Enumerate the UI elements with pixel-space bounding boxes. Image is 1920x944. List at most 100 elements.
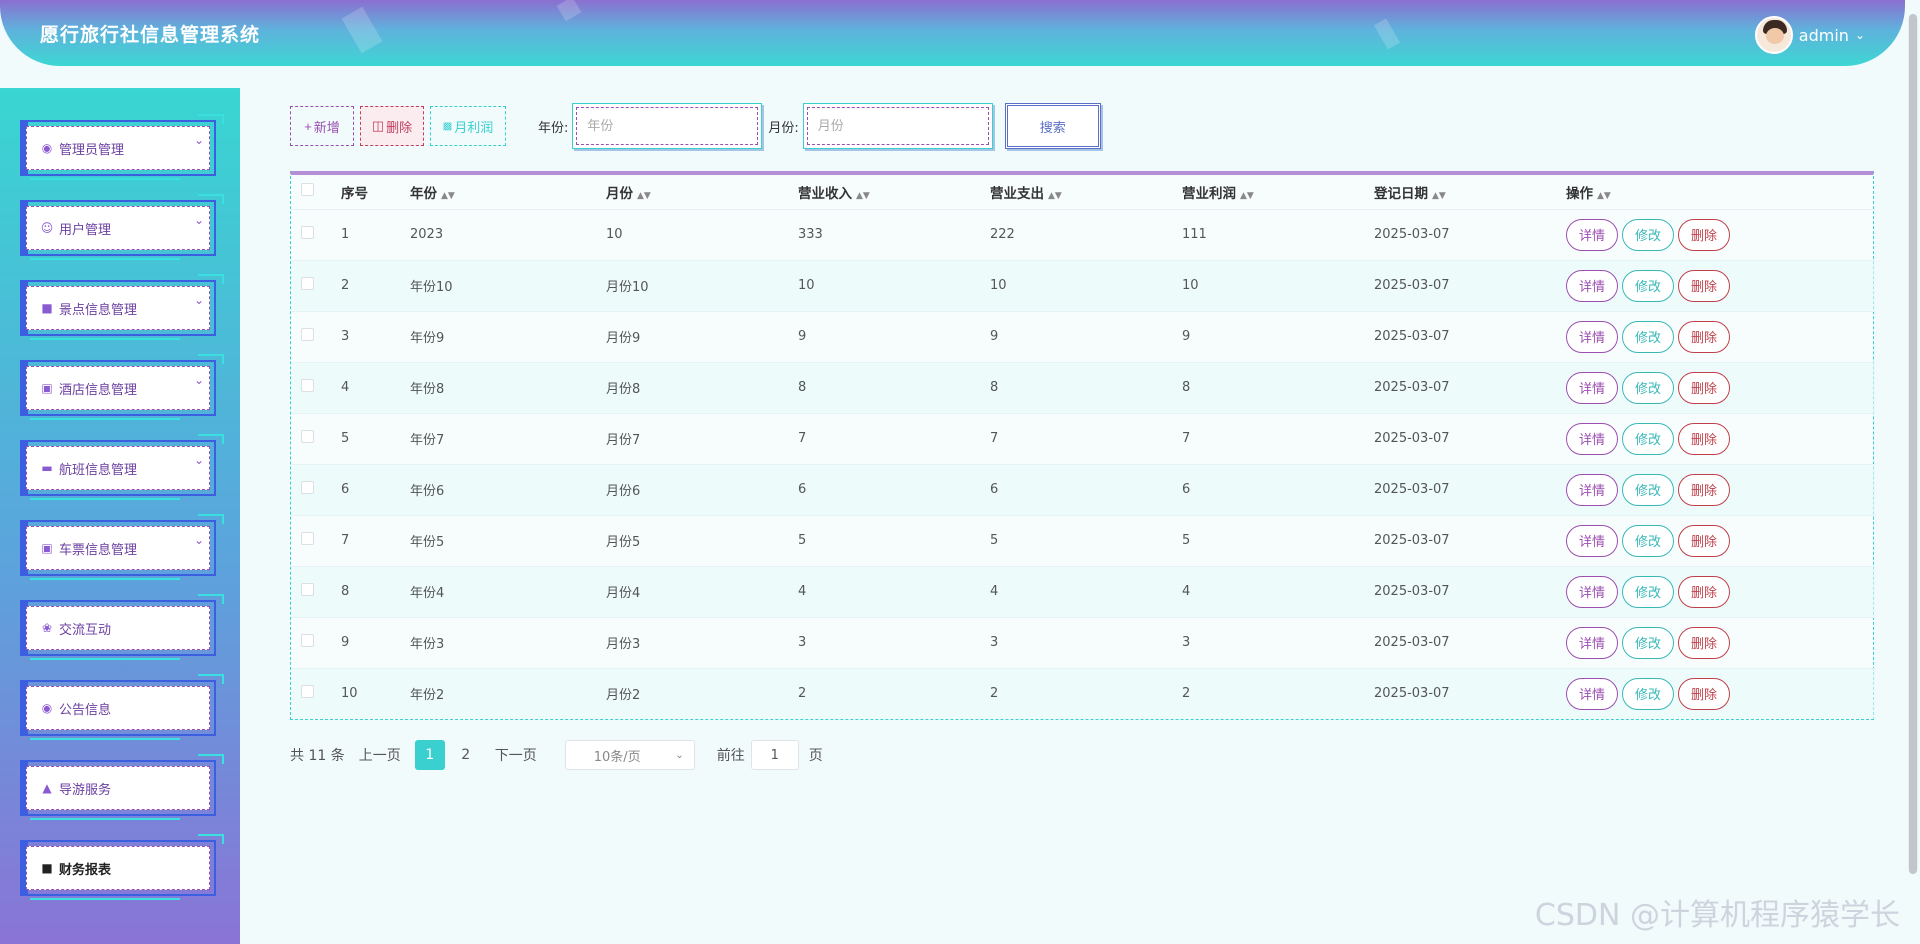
- menu-item-body[interactable]: ▣ 车票信息管理: [26, 526, 210, 570]
- col-header-year[interactable]: 年份 ▲▼: [410, 175, 606, 209]
- row-checkbox[interactable]: [301, 226, 314, 239]
- next-page-button[interactable]: 下一页: [487, 741, 545, 769]
- chevron-down-icon[interactable]: ⌄: [194, 133, 204, 147]
- sidebar-item[interactable]: ◉ 管理员管理 ⌄: [20, 114, 224, 180]
- edit-button[interactable]: 修改: [1622, 422, 1675, 455]
- monthly-profit-button[interactable]: ▩ 月利润: [430, 106, 506, 146]
- table-row[interactable]: 10 年份2 月份2 2 2 2 2025-03-07 详情 修改 删除: [291, 667, 1875, 719]
- scrollbar-thumb[interactable]: [1909, 14, 1917, 874]
- detail-button[interactable]: 详情: [1566, 677, 1619, 710]
- goto-page-input[interactable]: [750, 740, 799, 770]
- delete-button[interactable]: 删除: [1678, 575, 1731, 608]
- chevron-down-icon[interactable]: ⌄: [194, 533, 204, 547]
- menu-item-body[interactable]: ❀ 交流互动: [26, 606, 210, 650]
- delete-button[interactable]: 删除: [1678, 626, 1731, 659]
- sidebar-item[interactable]: ❀ 交流互动: [20, 594, 224, 660]
- year-field[interactable]: [572, 103, 763, 149]
- delete-button[interactable]: 删除: [1678, 677, 1731, 710]
- col-header-expense[interactable]: 营业支出 ▲▼: [990, 175, 1182, 209]
- delete-button[interactable]: 删除: [1678, 422, 1731, 455]
- vertical-scrollbar[interactable]: [1908, 14, 1918, 874]
- detail-button[interactable]: 详情: [1566, 524, 1619, 557]
- edit-button[interactable]: 修改: [1622, 626, 1675, 659]
- batch-delete-button[interactable]: ◫ 删除: [360, 106, 424, 146]
- row-checkbox[interactable]: [301, 481, 314, 494]
- sort-icon[interactable]: ▲▼: [1597, 191, 1611, 201]
- table-row[interactable]: 5 年份7 月份7 7 7 7 2025-03-07 详情 修改 删除: [291, 412, 1875, 464]
- detail-button[interactable]: 详情: [1566, 218, 1619, 251]
- menu-item-body[interactable]: ☺ 用户管理: [26, 206, 210, 250]
- sidebar-item[interactable]: ■ 财务报表: [20, 834, 224, 900]
- menu-item-body[interactable]: ▲ 导游服务: [26, 766, 210, 810]
- row-checkbox[interactable]: [301, 583, 314, 596]
- edit-button[interactable]: 修改: [1622, 320, 1675, 353]
- col-header-date[interactable]: 登记日期 ▲▼: [1374, 175, 1566, 209]
- table-row[interactable]: 6 年份6 月份6 6 6 6 2025-03-07 详情 修改 删除: [291, 463, 1875, 515]
- search-button[interactable]: 搜索: [1004, 103, 1101, 149]
- sidebar-item[interactable]: ▣ 酒店信息管理 ⌄: [20, 354, 224, 420]
- detail-button[interactable]: 详情: [1566, 320, 1619, 353]
- select-all-checkbox[interactable]: [301, 183, 314, 197]
- delete-button[interactable]: 删除: [1678, 524, 1731, 557]
- table-row[interactable]: 2 年份10 月份10 10 10 10 2025-03-07 详情 修改 删除: [291, 259, 1875, 311]
- delete-button[interactable]: 删除: [1678, 320, 1731, 353]
- detail-button[interactable]: 详情: [1566, 473, 1619, 506]
- prev-page-button[interactable]: 上一页: [351, 741, 409, 769]
- menu-item-body[interactable]: ▣ 酒店信息管理: [26, 366, 210, 410]
- row-checkbox[interactable]: [301, 430, 314, 443]
- sort-icon[interactable]: ▲▼: [637, 191, 651, 201]
- col-header-month[interactable]: 月份 ▲▼: [606, 175, 798, 209]
- row-checkbox[interactable]: [301, 685, 314, 699]
- edit-button[interactable]: 修改: [1622, 524, 1675, 557]
- delete-button[interactable]: 删除: [1678, 269, 1731, 302]
- delete-button[interactable]: 删除: [1678, 473, 1731, 506]
- detail-button[interactable]: 详情: [1566, 371, 1619, 404]
- sort-icon[interactable]: ▲▼: [1240, 191, 1254, 201]
- edit-button[interactable]: 修改: [1622, 269, 1675, 302]
- page-1-button[interactable]: 1: [414, 740, 445, 770]
- row-checkbox[interactable]: [301, 634, 314, 647]
- year-input[interactable]: [576, 107, 759, 145]
- sort-icon[interactable]: ▲▼: [1048, 191, 1062, 201]
- sidebar-item[interactable]: ▣ 车票信息管理 ⌄: [20, 514, 224, 580]
- chevron-down-icon[interactable]: ⌄: [194, 293, 204, 307]
- sort-icon[interactable]: ▲▼: [856, 191, 870, 201]
- detail-button[interactable]: 详情: [1566, 269, 1619, 302]
- table-row[interactable]: 4 年份8 月份8 8 8 8 2025-03-07 详情 修改 删除: [291, 361, 1875, 413]
- row-checkbox[interactable]: [301, 328, 314, 341]
- avatar[interactable]: [1754, 16, 1793, 54]
- menu-item-body[interactable]: ■ 景点信息管理: [26, 286, 210, 330]
- row-checkbox[interactable]: [301, 379, 314, 392]
- chevron-down-icon[interactable]: ⌄: [194, 453, 204, 467]
- delete-button[interactable]: 删除: [1678, 371, 1731, 404]
- col-header-profit[interactable]: 营业利润 ▲▼: [1182, 175, 1374, 209]
- row-checkbox[interactable]: [301, 532, 314, 545]
- col-header-actions[interactable]: 操作 ▲▼: [1566, 175, 1875, 209]
- page-size-select[interactable]: 10条/页 ⌄: [564, 740, 695, 770]
- month-field[interactable]: [802, 103, 993, 149]
- sidebar-item[interactable]: ☺ 用户管理 ⌄: [20, 194, 224, 260]
- page-2-button[interactable]: 2: [451, 740, 481, 770]
- sort-icon[interactable]: ▲▼: [441, 191, 455, 201]
- edit-button[interactable]: 修改: [1622, 371, 1675, 404]
- menu-item-body[interactable]: ■ 财务报表: [26, 846, 210, 890]
- user-menu[interactable]: admin ⌄: [1754, 16, 1865, 54]
- table-row[interactable]: 9 年份3 月份3 3 3 3 2025-03-07 详情 修改 删除: [291, 616, 1875, 668]
- edit-button[interactable]: 修改: [1622, 473, 1675, 506]
- edit-button[interactable]: 修改: [1622, 218, 1675, 251]
- menu-item-body[interactable]: ◉ 公告信息: [26, 686, 210, 730]
- detail-button[interactable]: 详情: [1566, 422, 1619, 455]
- menu-item-body[interactable]: ▬ 航班信息管理: [26, 446, 210, 490]
- table-row[interactable]: 3 年份9 月份9 9 9 9 2025-03-07 详情 修改 删除: [291, 310, 1875, 362]
- sidebar-item[interactable]: ▬ 航班信息管理 ⌄: [20, 434, 224, 500]
- username[interactable]: admin: [1799, 26, 1849, 45]
- table-row[interactable]: 8 年份4 月份4 4 4 4 2025-03-07 详情 修改 删除: [291, 565, 1875, 617]
- sidebar-item[interactable]: ▲ 导游服务: [20, 754, 224, 820]
- chevron-down-icon[interactable]: ⌄: [194, 213, 204, 227]
- col-header-income[interactable]: 营业收入 ▲▼: [798, 175, 990, 209]
- add-button[interactable]: + 新增: [290, 106, 354, 146]
- sort-icon[interactable]: ▲▼: [1432, 191, 1446, 201]
- table-row[interactable]: 1 2023 10 333 222 111 2025-03-07 详情 修改 删除: [291, 208, 1875, 260]
- table-row[interactable]: 7 年份5 月份5 5 5 5 2025-03-07 详情 修改 删除: [291, 514, 1875, 566]
- detail-button[interactable]: 详情: [1566, 575, 1619, 608]
